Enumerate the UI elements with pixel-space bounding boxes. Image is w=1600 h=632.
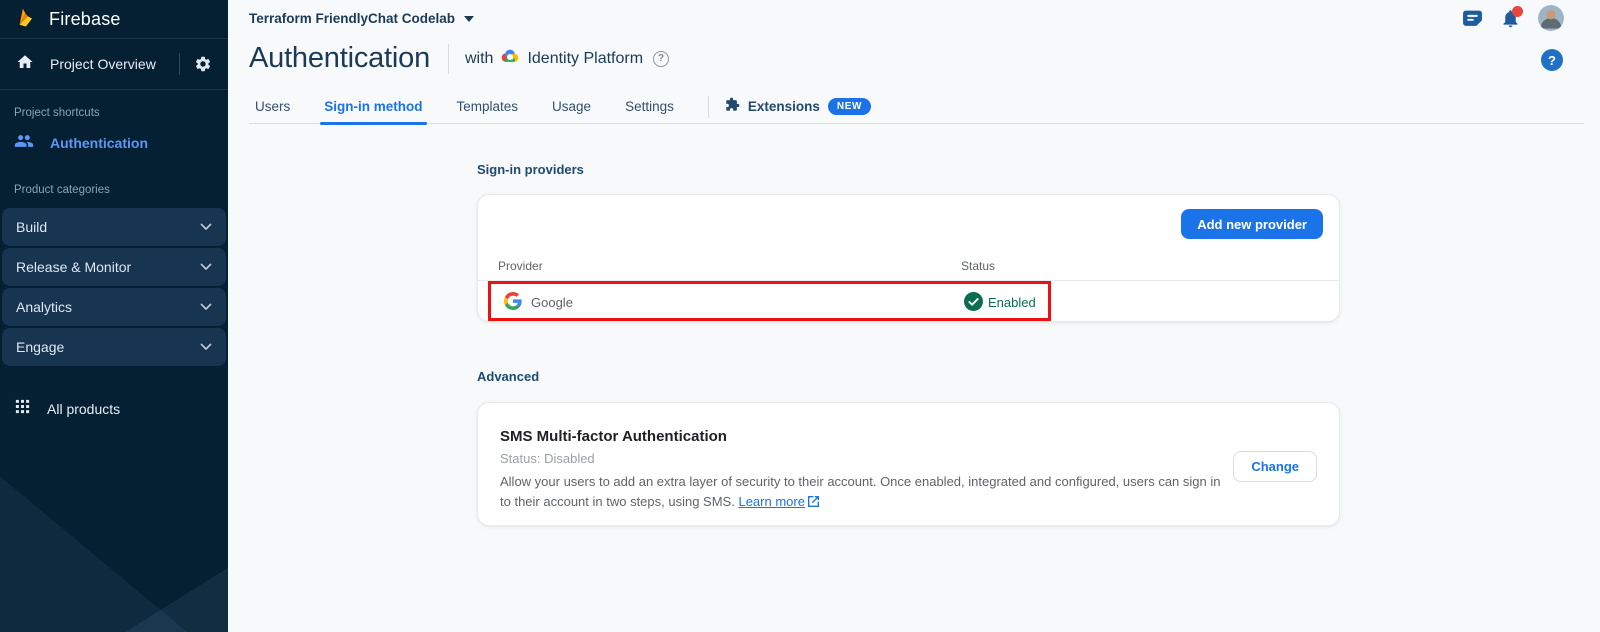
new-badge: NEW [828,98,871,115]
identity-platform-badge: with Identity Platform ? [465,48,669,69]
table-header: Provider Status [478,255,1339,281]
grid-icon [14,398,31,420]
provider-row-google[interactable]: Google Enabled [478,282,1339,321]
release-notes-button[interactable] [1462,9,1483,28]
firebase-logo[interactable]: Firebase [0,0,228,39]
sidebar-category-analytics[interactable]: Analytics [2,288,226,326]
home-icon [16,53,34,76]
project-settings-button[interactable] [194,55,212,73]
help-circle-icon[interactable]: ? [653,51,669,67]
project-overview-row: Project Overview [0,39,228,90]
sidebar-category-build[interactable]: Build [2,208,226,246]
with-label: with [465,50,493,68]
tab-templates[interactable]: Templates [451,90,525,124]
add-new-provider-button[interactable]: Add new provider [1181,209,1323,239]
group-icon [14,131,34,156]
user-avatar[interactable] [1538,5,1564,31]
sms-mfa-card: SMS Multi-factor Authentication Status: … [477,402,1340,526]
tab-bar: Users Sign-in method Templates Usage Set… [249,90,1584,124]
chevron-down-icon [200,298,212,316]
sidebar-item-authentication[interactable]: Authentication [0,126,228,160]
sidebar-item-all-products[interactable]: All products [0,392,228,426]
app-name: Firebase [49,9,121,30]
sidebar-category-engage[interactable]: Engage [2,328,226,366]
tab-settings[interactable]: Settings [619,90,680,124]
chevron-down-icon [200,218,212,236]
google-cloud-icon [500,48,520,69]
divider [179,53,180,75]
tab-users[interactable]: Users [249,90,296,124]
sidebar: Firebase Project Overview Project shortc… [0,0,228,632]
external-link-icon [808,493,819,513]
category-list: Build Release & Monitor Analytics Engage [0,208,228,366]
tab-sign-in-method[interactable]: Sign-in method [318,90,428,124]
notification-dot [1512,6,1523,17]
provider-name: Google [531,295,573,310]
column-status: Status [961,259,995,273]
learn-more-link[interactable]: Learn more [738,494,804,509]
sidebar-category-release-monitor[interactable]: Release & Monitor [2,248,226,286]
advanced-heading: Advanced [477,369,539,384]
product-categories-label: Product categories [0,184,228,196]
project-selector[interactable]: Terraform FriendlyChat Codelab [249,9,474,27]
puzzle-icon [725,97,740,117]
page-header: Authentication with Identity Platform ? [249,42,669,75]
chevron-down-icon [200,258,212,276]
sidebar-item-label: All products [47,401,120,417]
notifications-button[interactable] [1500,8,1521,29]
gear-icon [194,55,212,73]
check-circle-icon [964,292,983,316]
page-title: Authentication [249,42,430,75]
release-notes-icon [1462,9,1483,28]
help-button[interactable]: ? [1541,49,1563,71]
sidebar-item-label: Authentication [50,135,148,151]
project-shortcuts-label: Project shortcuts [0,107,228,119]
main-area: Terraform FriendlyChat Codelab [228,0,1600,632]
divider [448,44,449,74]
sms-mfa-description: Allow your users to add an extra layer o… [500,472,1220,512]
chevron-down-icon [200,338,212,356]
topbar-icons [1462,5,1564,31]
tab-usage[interactable]: Usage [546,90,597,124]
dropdown-caret-icon [464,9,474,27]
status-badge: Enabled [988,295,1036,310]
change-button[interactable]: Change [1233,451,1317,482]
firebase-flame-icon [15,6,37,33]
sidebar-item-project-overview[interactable]: Project Overview [50,56,179,72]
column-provider: Provider [498,259,543,273]
divider [708,96,709,118]
platform-label: Identity Platform [527,50,643,68]
providers-heading: Sign-in providers [477,162,584,177]
sms-mfa-status: Status: Disabled [500,451,595,466]
google-g-icon [504,292,522,315]
tab-extensions[interactable]: Extensions NEW [725,90,871,124]
sms-mfa-title: SMS Multi-factor Authentication [500,428,727,445]
providers-card: Add new provider Provider Status Google … [477,194,1340,322]
